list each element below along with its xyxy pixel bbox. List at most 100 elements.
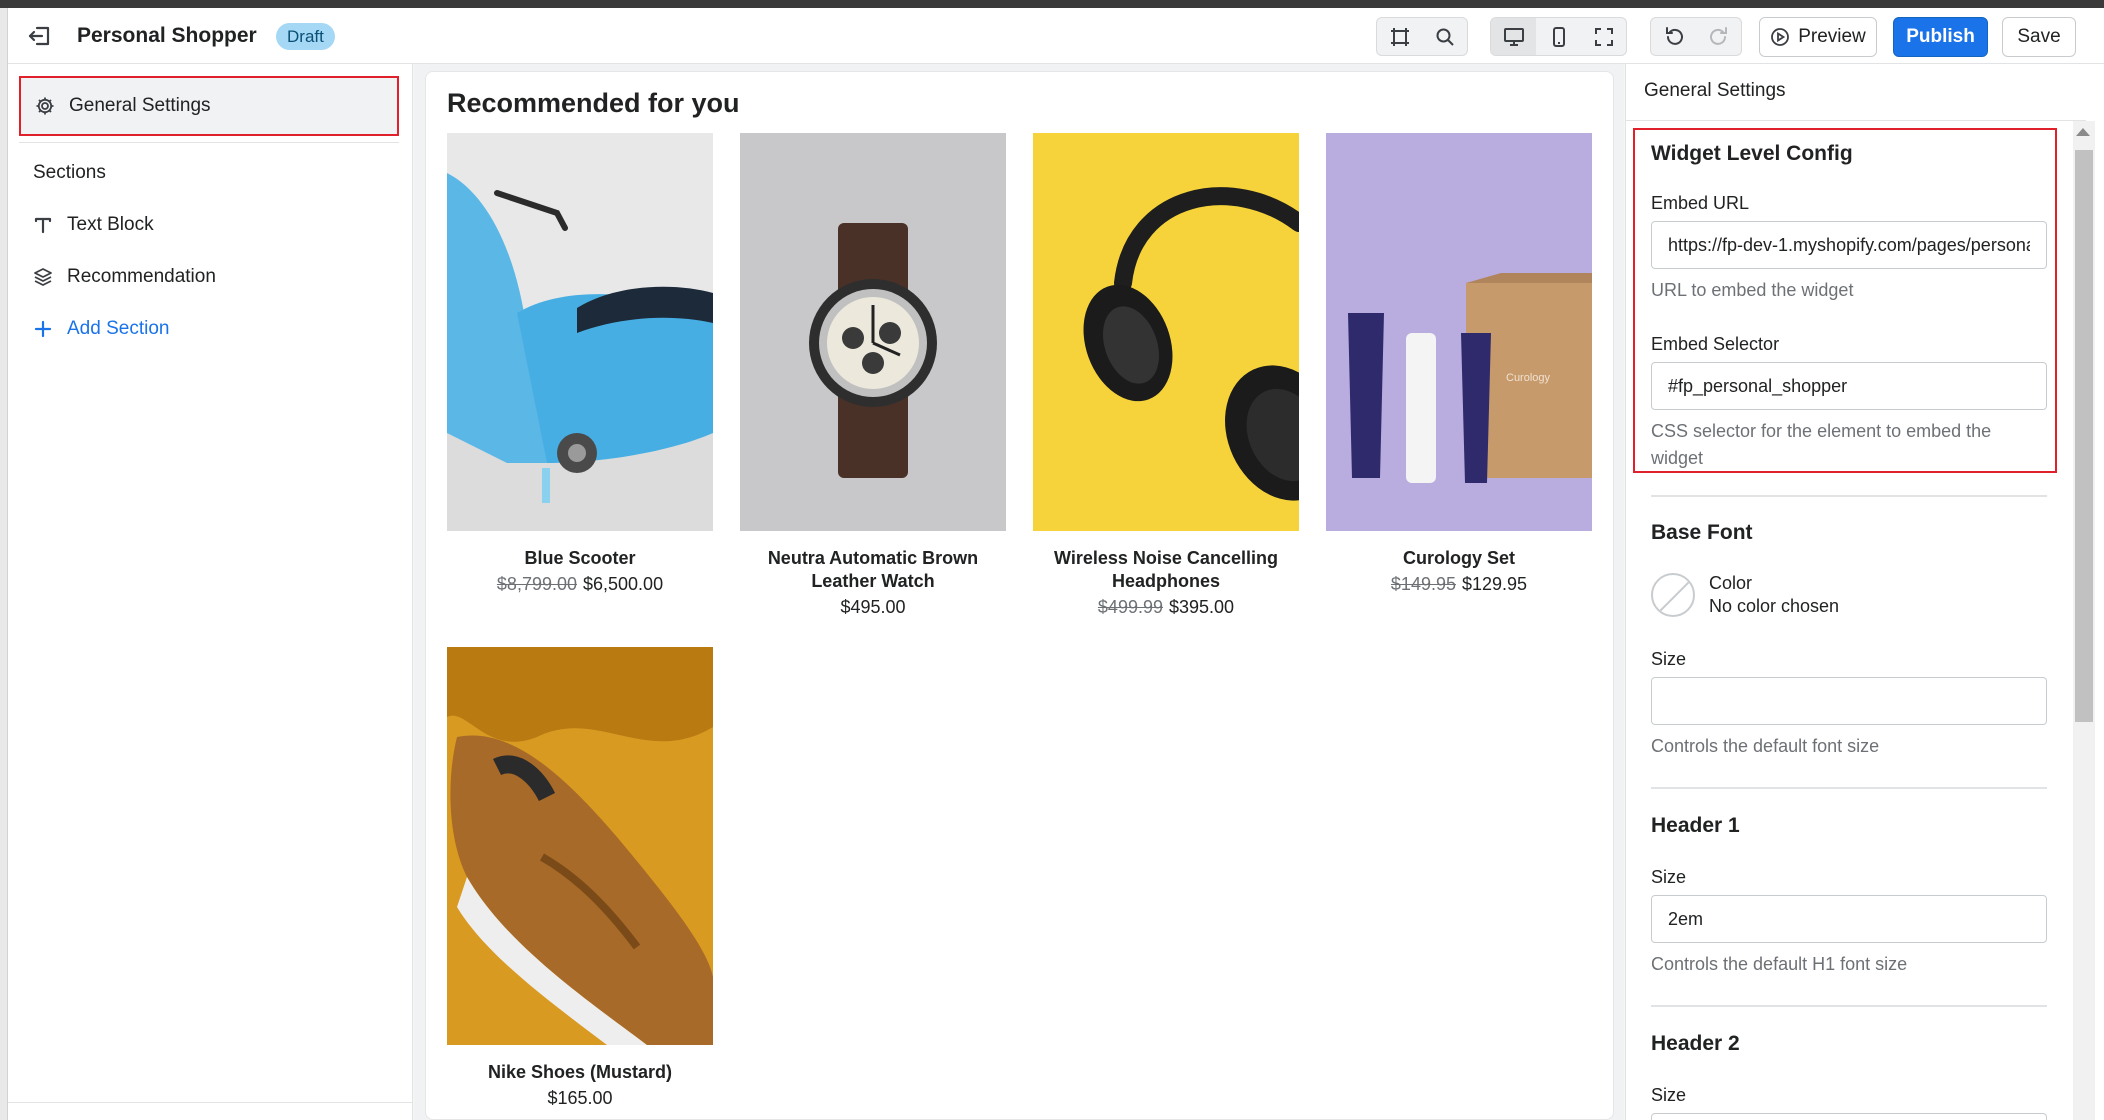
product-sale-price: $395.00	[1169, 597, 1235, 617]
text-icon	[34, 217, 52, 234]
product-price: $165.00	[447, 1087, 713, 1110]
preview-canvas: Recommended for you Blue Scooter $8,799.…	[425, 71, 1614, 1120]
undo-icon	[1665, 26, 1683, 45]
sections-heading: Sections	[33, 162, 106, 183]
product-name: Wireless Noise Cancelling Headphones	[1054, 548, 1278, 591]
product-price: $495.00	[740, 596, 1006, 619]
header2-size-label: Size	[1651, 1085, 1687, 1105]
box-brand-text: Curology	[1506, 372, 1551, 384]
color-label: Color	[1709, 573, 1753, 593]
page-title: Personal Shopper	[77, 24, 257, 47]
product-name: Blue Scooter	[524, 548, 636, 568]
product-sale-price: $495.00	[840, 597, 906, 617]
fullscreen-button[interactable]	[1581, 18, 1626, 55]
header2-heading: Header 2	[1651, 1032, 1740, 1055]
sidebar-item-recommendation[interactable]: Recommendation	[33, 262, 216, 292]
preview-button[interactable]: Preview	[1759, 17, 1877, 57]
exit-icon	[28, 26, 50, 46]
sidebar-footer-divider	[8, 1102, 413, 1103]
search-icon	[1436, 28, 1454, 46]
product-sale-price: $165.00	[547, 1088, 613, 1108]
product-sale-price: $129.95	[1462, 574, 1528, 594]
header1-size-label: Size	[1651, 867, 1687, 887]
product-image-scooter	[447, 133, 713, 531]
product-old-price: $8,799.00	[496, 574, 577, 594]
header1-size-input[interactable]	[1651, 895, 2047, 943]
header1-size-help: Controls the default H1 font size	[1651, 954, 1908, 974]
section-divider	[1651, 787, 2047, 789]
undo-button[interactable]	[1651, 18, 1696, 55]
header2-size-input[interactable]	[1651, 1113, 2047, 1120]
header1-heading: Header 1	[1651, 814, 1740, 837]
base-font-size-help: Controls the default font size	[1651, 736, 1880, 756]
desktop-icon	[1503, 27, 1524, 46]
widget-config-heading: Widget Level Config	[1651, 142, 1853, 165]
zoom-button[interactable]	[1422, 18, 1467, 55]
select-frame-button[interactable]	[1377, 18, 1422, 55]
mobile-view-button[interactable]	[1536, 18, 1581, 55]
browser-top-strip	[0, 0, 2104, 8]
color-value-text: No color chosen	[1709, 596, 1840, 616]
product-sale-price: $6,500.00	[583, 574, 664, 594]
sidebar-item-label: Text Block	[67, 214, 154, 235]
product-image-curology: Curology	[1326, 133, 1592, 531]
embed-url-help: URL to embed the widget	[1651, 280, 1854, 300]
window-left-edge	[0, 8, 8, 1120]
left-sidebar: General Settings Sections Text Block Rec…	[8, 64, 413, 1120]
fullscreen-icon	[1594, 27, 1613, 46]
panel-scrollbar-thumb[interactable]	[2075, 150, 2093, 722]
product-card[interactable]: Wireless Noise Cancelling Headphones $49…	[1033, 133, 1299, 619]
scroll-up-arrow-icon[interactable]	[2076, 128, 2090, 136]
product-card[interactable]: Curology Curology Set $149.95 $129.95	[1326, 133, 1592, 596]
crop-frame-icon	[1390, 27, 1409, 46]
product-image-shoes	[447, 647, 713, 1045]
plus-icon	[34, 320, 52, 338]
product-card[interactable]: Blue Scooter $8,799.00 $6,500.00	[447, 133, 713, 596]
product-name: Curology Set	[1402, 548, 1515, 568]
product-card[interactable]: Nike Shoes (Mustard) $165.00	[447, 647, 713, 1110]
recommendation-title[interactable]: Recommended for you	[447, 88, 740, 119]
embed-url-label: Embed URL	[1651, 193, 1750, 213]
base-font-size-input[interactable]	[1651, 677, 2047, 725]
device-toggle-group	[1490, 17, 1627, 56]
app-window: Personal Shopper Draft Preview Publish S…	[0, 0, 2104, 1120]
history-group	[1650, 17, 1742, 56]
product-price: $149.95 $129.95	[1326, 573, 1592, 596]
section-divider	[1651, 495, 2047, 497]
color-picker-swatch[interactable]	[1651, 573, 1695, 617]
desktop-view-button[interactable]	[1491, 18, 1536, 55]
section-divider	[1651, 1005, 2047, 1007]
redo-button[interactable]	[1696, 18, 1741, 55]
product-image-headphones	[1033, 133, 1299, 531]
gear-icon	[36, 97, 54, 115]
product-price: $8,799.00 $6,500.00	[447, 573, 713, 596]
status-badge: Draft	[276, 23, 335, 50]
play-circle-icon	[1771, 28, 1790, 46]
save-button[interactable]: Save	[2002, 17, 2076, 57]
add-section-label: Add Section	[67, 318, 170, 339]
product-card[interactable]: Neutra Automatic Brown Leather Watch $49…	[740, 133, 1006, 619]
settings-panel: General Settings Widget Level Config Emb…	[1625, 64, 2104, 1120]
product-name: Nike Shoes (Mustard)	[487, 1062, 673, 1082]
view-tools-group	[1376, 17, 1468, 56]
sidebar-item-text-block[interactable]: Text Block	[33, 210, 154, 240]
base-font-heading: Base Font	[1651, 521, 1753, 544]
exit-button[interactable]	[22, 20, 58, 52]
editor-header: Personal Shopper Draft Preview Publish S…	[8, 8, 2104, 64]
panel-scroll-content: Widget Level Config Embed URL URL to emb…	[1626, 121, 2071, 1120]
layers-icon	[34, 268, 52, 286]
publish-button[interactable]: Publish	[1893, 17, 1988, 57]
sidebar-divider	[19, 142, 399, 143]
general-settings-label: General Settings	[69, 95, 211, 116]
product-name: Neutra Automatic Brown Leather Watch	[767, 548, 979, 591]
sidebar-item-label: Recommendation	[67, 266, 216, 287]
embed-url-input[interactable]	[1651, 221, 2047, 269]
panel-title: General Settings	[1644, 80, 1786, 101]
embed-selector-input[interactable]	[1651, 362, 2047, 410]
mobile-icon	[1552, 26, 1565, 47]
add-section-button[interactable]: Add Section	[33, 314, 169, 344]
sidebar-item-general-settings[interactable]: General Settings	[19, 76, 399, 136]
preview-label: Preview	[1798, 26, 1866, 47]
product-image-watch	[740, 133, 1006, 531]
product-old-price: $149.95	[1390, 574, 1456, 594]
